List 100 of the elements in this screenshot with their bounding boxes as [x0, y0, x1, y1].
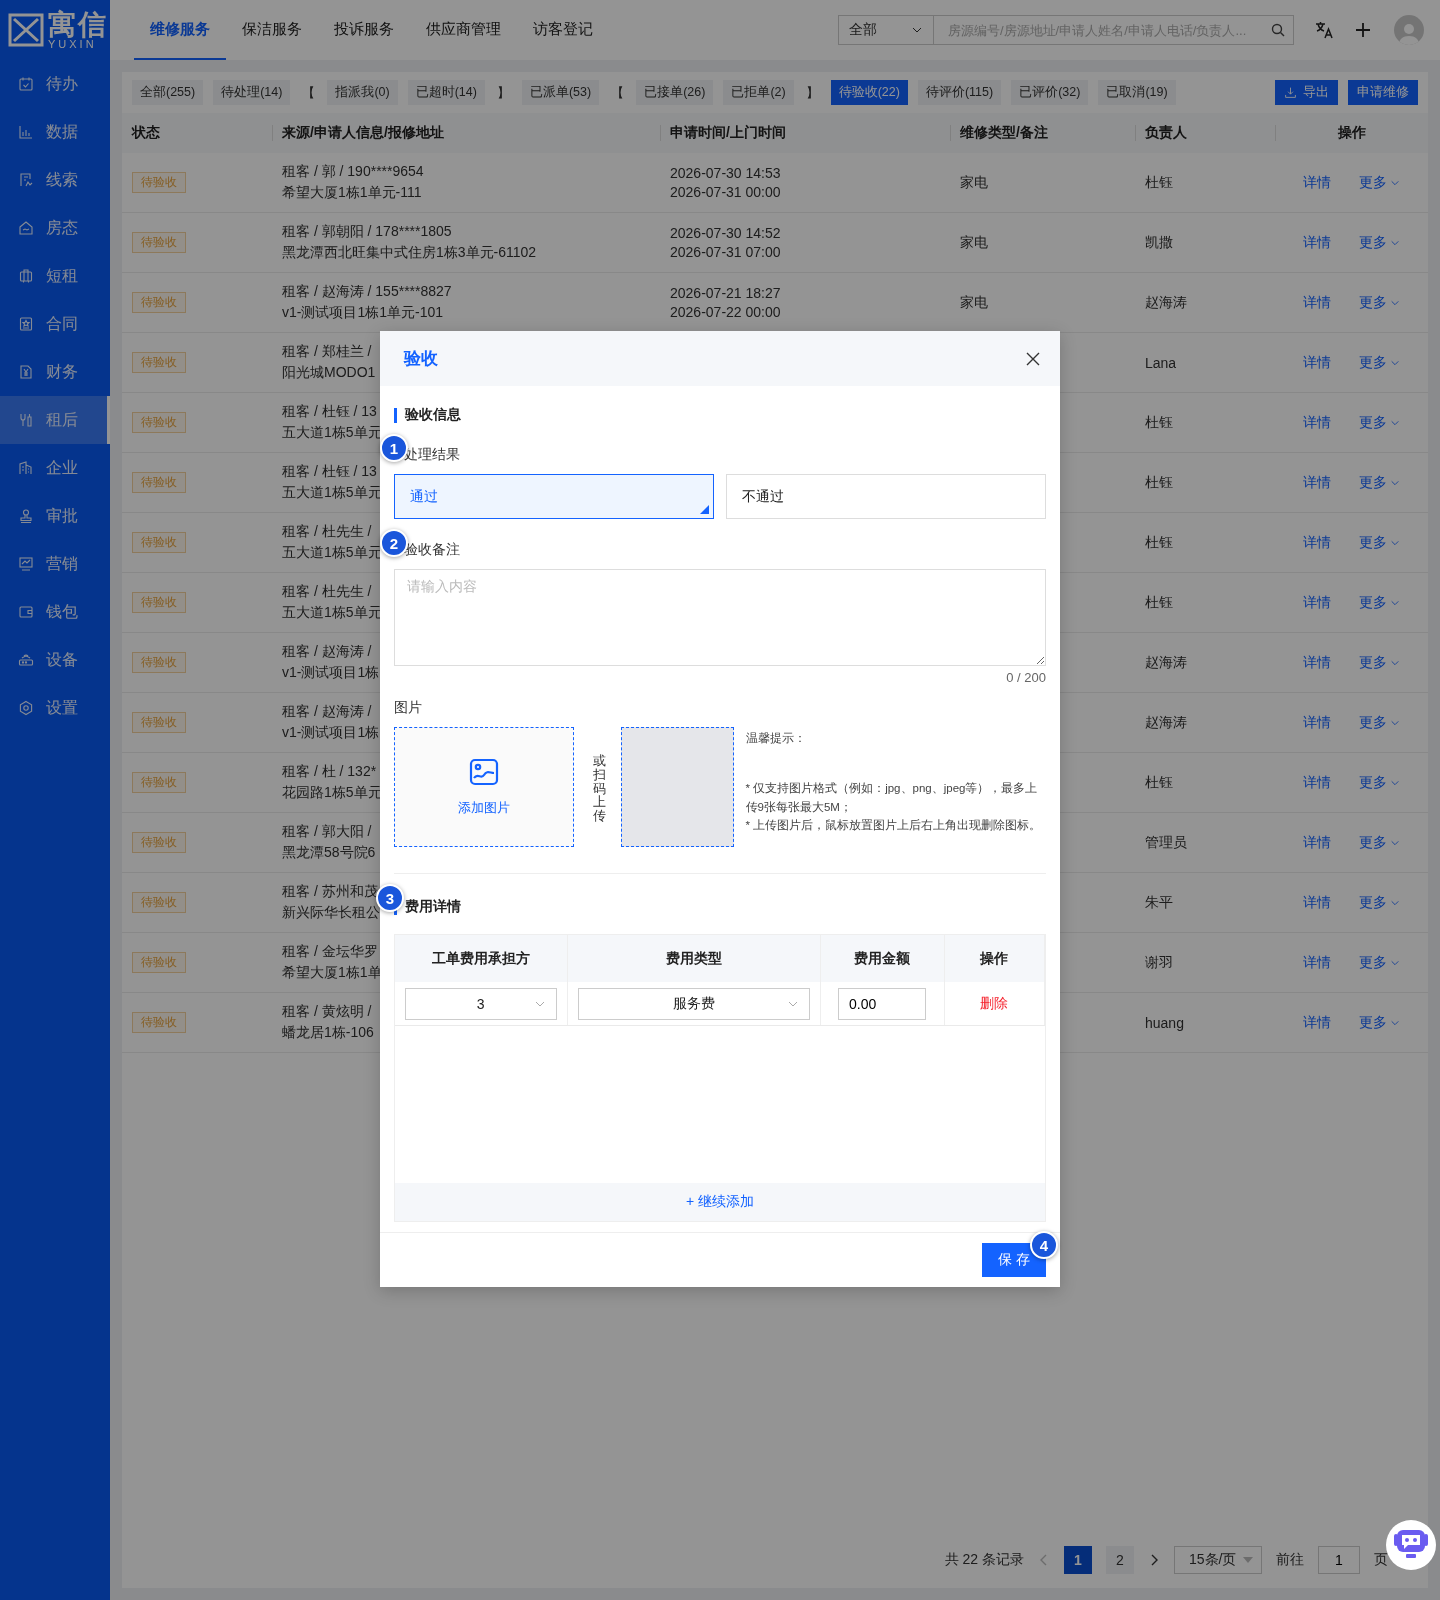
wallet-icon — [18, 604, 34, 620]
detail-link[interactable]: 详情 — [1303, 773, 1331, 792]
detail-link[interactable]: 详情 — [1303, 473, 1331, 492]
detail-link[interactable]: 详情 — [1303, 833, 1331, 852]
more-link[interactable]: 更多 — [1359, 473, 1400, 492]
table-cell: 谢羽 — [1145, 953, 1173, 970]
table-cell: 杜钰 — [1145, 593, 1173, 610]
more-link[interactable]: 更多 — [1359, 413, 1400, 432]
page-button[interactable]: 1 — [1064, 1546, 1092, 1574]
field-label: 图片 — [394, 699, 422, 715]
more-link[interactable]: 更多 — [1359, 893, 1400, 912]
nav-tab[interactable]: 投诉服务 — [318, 0, 410, 60]
dropdown-arrow-icon — [1243, 1557, 1253, 1563]
more-link[interactable]: 更多 — [1359, 833, 1400, 852]
applicant-text: 租客 / 赵海涛 / — [282, 643, 372, 661]
sidebar-item[interactable]: 数据 — [0, 108, 110, 156]
close-icon[interactable] — [1026, 351, 1040, 366]
remark-field[interactable]: 请输入内容 — [394, 569, 1046, 666]
sidebar-item[interactable]: 设置 — [0, 684, 110, 732]
filter-tab[interactable]: 待评价(115) — [917, 80, 1002, 105]
option-card[interactable]: 不通过 — [726, 474, 1046, 519]
detail-link[interactable]: 详情 — [1303, 953, 1331, 972]
detail-link[interactable]: 详情 — [1303, 293, 1331, 312]
upload-button[interactable]: 添加图片 — [394, 727, 574, 847]
time-text: 2026-07-30 14:52 — [670, 225, 781, 241]
nav-tab[interactable]: 维修服务 — [134, 0, 226, 60]
table-cell: 家电 — [960, 233, 988, 250]
sidebar-item[interactable]: 设备 — [0, 636, 110, 684]
detail-link[interactable]: 详情 — [1303, 533, 1331, 552]
more-link[interactable]: 更多 — [1359, 773, 1400, 792]
add-row-button[interactable]: + 继续添加 — [395, 1183, 1045, 1221]
filter-tab[interactable]: 指派我(0) — [327, 80, 398, 105]
status-tag: 待验收 — [132, 412, 186, 433]
sidebar-item[interactable]: 营销 — [0, 540, 110, 588]
sidebar-item[interactable]: 财务 — [0, 348, 110, 396]
page-button[interactable]: 2 — [1106, 1546, 1134, 1574]
address-text: 黑龙潭西北旺集中式住房1栋3单元-61102 — [282, 244, 537, 262]
router-icon — [18, 652, 34, 668]
filter-tab[interactable]: 已派单(53) — [521, 80, 600, 105]
filter-tab[interactable]: 已拒单(2) — [723, 80, 794, 105]
column-header: 费用类型 — [665, 949, 722, 966]
detail-link[interactable]: 详情 — [1303, 353, 1331, 372]
more-link[interactable]: 更多 — [1359, 293, 1400, 312]
detail-link[interactable]: 详情 — [1303, 593, 1331, 612]
nav-tab[interactable]: 供应商管理 — [410, 0, 517, 60]
filter-tab[interactable]: 已取消(19) — [1098, 80, 1176, 105]
sidebar-item[interactable]: 线索 — [0, 156, 110, 204]
more-link[interactable]: 更多 — [1359, 593, 1400, 612]
filter-tab[interactable]: 已评价(32) — [1011, 80, 1089, 105]
more-link[interactable]: 更多 — [1359, 1013, 1400, 1032]
section-title: 验收信息 — [405, 406, 461, 424]
time-text: 2026-07-31 00:00 — [670, 184, 781, 200]
sidebar-item[interactable]: 合同 — [0, 300, 110, 348]
translate-icon[interactable] — [1314, 20, 1334, 40]
sidebar-item[interactable]: 钱包 — [0, 588, 110, 636]
time-text: 2026-07-30 14:53 — [670, 165, 781, 181]
sidebar-item[interactable]: 短租 — [0, 252, 110, 300]
filter-tab[interactable]: 已超时(14) — [407, 80, 485, 105]
status-tag: 待验收 — [132, 652, 186, 673]
detail-link[interactable]: 详情 — [1303, 173, 1331, 192]
filter-tab[interactable]: 已接单(26) — [636, 80, 714, 105]
nav-tab[interactable]: 保洁服务 — [226, 0, 318, 60]
nav-tab[interactable]: 访客登记 — [517, 0, 609, 60]
detail-link[interactable]: 详情 — [1303, 233, 1331, 252]
more-link[interactable]: 更多 — [1359, 713, 1400, 732]
more-link[interactable]: 更多 — [1359, 353, 1400, 372]
status-tag: 待验收 — [132, 472, 186, 493]
scope-select[interactable]: 全部 — [838, 15, 934, 45]
page-size-select[interactable]: 15条/页 — [1174, 1546, 1262, 1574]
more-link[interactable]: 更多 — [1359, 233, 1400, 252]
sidebar-item[interactable]: 待办 — [0, 60, 110, 108]
payer-select[interactable]: 3 — [405, 987, 557, 1020]
plus-icon[interactable] — [1354, 21, 1372, 39]
apply-button[interactable]: 申请维修 — [1348, 80, 1418, 105]
sidebar-item[interactable]: 企业 — [0, 444, 110, 492]
more-link[interactable]: 更多 — [1359, 173, 1400, 192]
fee-type-select[interactable]: 服务费 — [577, 987, 810, 1020]
table-cell: 管理员 — [1145, 833, 1187, 850]
delete-link[interactable]: 删除 — [980, 994, 1009, 1011]
more-link[interactable]: 更多 — [1359, 533, 1400, 552]
detail-link[interactable]: 详情 — [1303, 413, 1331, 432]
detail-link[interactable]: 详情 — [1303, 653, 1331, 672]
detail-link[interactable]: 详情 — [1303, 1013, 1331, 1032]
export-button[interactable]: 导出 — [1275, 80, 1338, 105]
amount-field[interactable]: 0.00 — [838, 987, 926, 1020]
more-link[interactable]: 更多 — [1359, 653, 1400, 672]
filter-tab[interactable]: 待处理(14) — [213, 80, 291, 105]
filter-tab[interactable]: 待验收(22) — [830, 80, 908, 105]
status-tag: 待验收 — [132, 772, 186, 793]
page-input[interactable]: 1 — [1318, 1546, 1360, 1574]
sidebar-item[interactable]: 房态 — [0, 204, 110, 252]
detail-link[interactable]: 详情 — [1303, 713, 1331, 732]
more-link[interactable]: 更多 — [1359, 953, 1400, 972]
sidebar-item[interactable]: 审批 — [0, 492, 110, 540]
tips-title: 温馨提示： — [745, 731, 807, 746]
chatbot-icon[interactable] — [1386, 1520, 1436, 1570]
time-text: 2026-07-22 00:00 — [670, 304, 781, 320]
option-card[interactable]: 通过 — [394, 474, 714, 519]
filter-tab[interactable]: 全部(255) — [132, 80, 204, 105]
detail-link[interactable]: 详情 — [1303, 893, 1331, 912]
